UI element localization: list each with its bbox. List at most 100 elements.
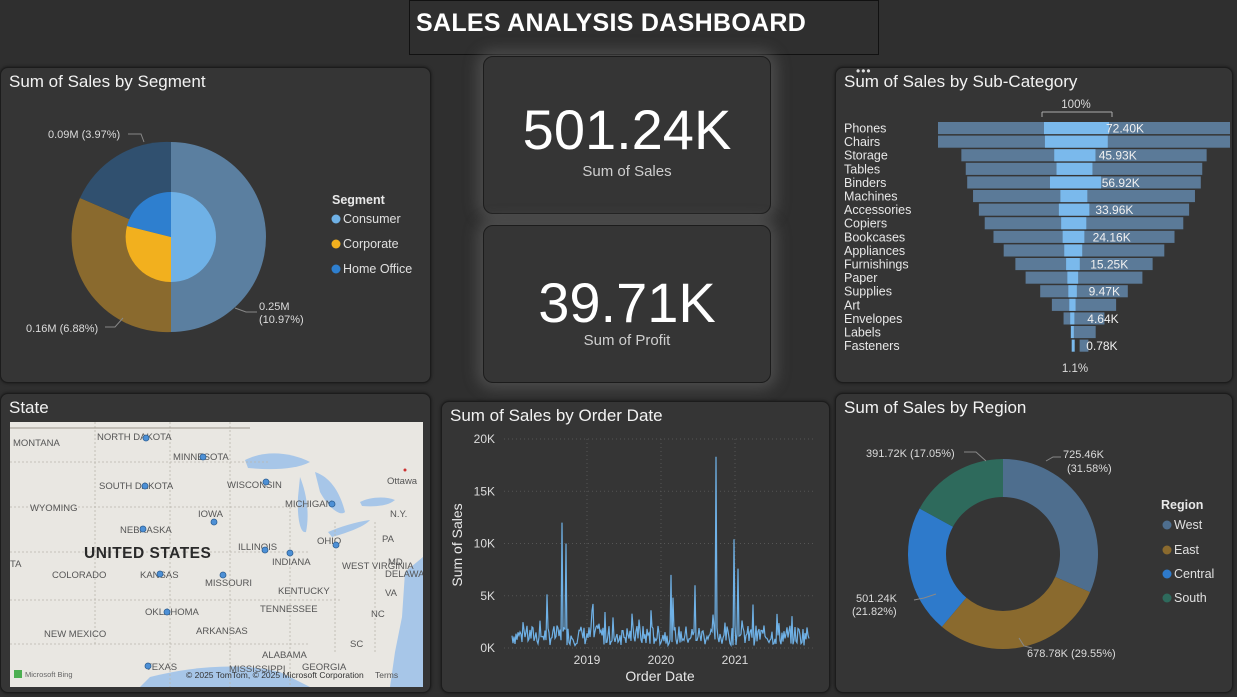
funnel-inner-bar[interactable] <box>1068 285 1077 298</box>
funnel-value-label: 0.78K <box>1086 339 1117 353</box>
funnel-inner-bar[interactable] <box>1064 244 1083 257</box>
kpi-sales-value: 501.24K <box>522 98 732 161</box>
funnel-inner-bar[interactable] <box>1070 312 1075 325</box>
funnel-inner-bar[interactable] <box>1070 326 1074 339</box>
x-tick-label: 2019 <box>574 653 601 667</box>
y-tick-label: 20K <box>474 432 495 446</box>
map-state-label: NEW MEXICO <box>44 629 106 640</box>
funnel-inner-bar[interactable] <box>1044 135 1108 148</box>
map-country-label: UNITED STATES <box>84 545 211 562</box>
region-legend-south-dot <box>1162 593 1172 603</box>
subcategory-panel[interactable]: Sum of Sales by Sub-Category 100% 1.1% P… <box>835 67 1233 383</box>
segment-legend-corporate[interactable]: Corporate <box>343 237 399 251</box>
funnel-inner-bar[interactable] <box>1066 258 1080 271</box>
map-state-label: WYOMING <box>30 503 78 514</box>
funnel-outer-bar[interactable] <box>1072 326 1096 339</box>
more-options-icon[interactable]: ••• <box>856 64 872 78</box>
region-slice-east[interactable] <box>941 576 1090 649</box>
funnel-outer-bar[interactable] <box>1051 298 1117 311</box>
map-state-label: Ottawa <box>387 476 418 487</box>
funnel-inner-bar[interactable] <box>1062 230 1085 243</box>
x-tick-label: 2021 <box>722 653 749 667</box>
map-state-label: VA <box>385 588 398 599</box>
segment-label-home-office: 0.09M (3.97%) <box>48 129 120 141</box>
funnel-outer-bar[interactable] <box>1003 244 1165 257</box>
funnel-value-label: 15.25K <box>1090 258 1128 272</box>
region-panel[interactable]: Sum of Sales by Region 725.46K (31.58%) … <box>835 393 1233 693</box>
funnel-value-label: 72.40K <box>1106 122 1144 136</box>
region-slice-west[interactable] <box>1003 459 1098 593</box>
funnel-inner-bar[interactable] <box>1061 217 1087 230</box>
segment-label-consumer-2: (10.97%) <box>259 314 304 326</box>
funnel-inner-bar[interactable] <box>1056 162 1093 175</box>
map-state-label: SC <box>350 639 363 650</box>
order-date-chart[interactable]: 0K 5K 10K 15K 20K 2019 2020 2021 Sum of Sales O… <box>442 402 831 694</box>
region-leader-west <box>1045 456 1061 462</box>
region-label-west-1: 725.46K <box>1063 449 1105 461</box>
map-state-label: MICHIGAN <box>285 499 333 510</box>
funnel-inner-bar[interactable] <box>1049 176 1102 189</box>
funnel-inner-bar[interactable] <box>1071 339 1075 352</box>
kpi-profit-value: 39.71K <box>538 271 716 334</box>
funnel-category-label: Labels <box>844 326 881 340</box>
map-state-label: NC <box>371 609 385 620</box>
region-legend-south[interactable]: South <box>1174 591 1207 605</box>
funnel-category-label: Tables <box>844 162 880 176</box>
funnel-outer-bar[interactable] <box>1025 271 1143 284</box>
order-date-panel[interactable]: Sum of Sales by Order Date 0K 5K 10K 15K 20K… <box>441 401 830 693</box>
segment-legend-consumer-dot <box>331 214 341 224</box>
y-tick-label: 5K <box>480 589 495 603</box>
funnel-category-label: Appliances <box>844 244 905 258</box>
funnel-category-label: Phones <box>844 122 886 136</box>
map-state-label: OKLAHOMA <box>145 607 200 618</box>
funnel-category-label: Binders <box>844 176 886 190</box>
region-label-south: 391.72K (17.05%) <box>866 448 955 460</box>
funnel-value-label: 9.47K <box>1089 285 1120 299</box>
region-legend-title: Region <box>1161 498 1203 512</box>
map-state-label: DELAWA <box>385 569 423 580</box>
segment-leader-consumer <box>234 307 257 313</box>
segment-legend-consumer[interactable]: Consumer <box>343 212 401 226</box>
kpi-sales-label: Sum of Sales <box>582 163 672 180</box>
map-state-label: COLORADO <box>52 570 106 581</box>
x-tick-label: 2020 <box>648 653 675 667</box>
state-map[interactable]: MONTANANORTH DAKOTAMINNESOTASOUTH DAKOTA… <box>10 422 423 687</box>
map-state-label: ILLINOIS <box>238 542 277 553</box>
funnel-category-label: Copiers <box>844 217 887 231</box>
funnel-category-label: Fasteners <box>844 339 900 353</box>
funnel-category-label: Chairs <box>844 135 880 149</box>
region-legend-central-dot <box>1162 569 1172 579</box>
region-leader-south <box>964 451 987 462</box>
funnel-inner-bar[interactable] <box>1060 190 1088 203</box>
kpi-profit-card[interactable]: 39.71K Sum of Profit <box>483 225 771 383</box>
funnel-inner-bar[interactable] <box>1058 203 1090 216</box>
kpi-sales-card[interactable]: 501.24K Sum of Sales <box>483 56 771 214</box>
subcategory-funnel[interactable]: 100% 1.1% Phones 72.40K ChairsStorage 45.93… <box>836 68 1234 384</box>
funnel-outer-bar[interactable] <box>1015 258 1153 271</box>
region-legend-east[interactable]: East <box>1174 543 1200 557</box>
segment-panel[interactable]: Sum of Sales by Segment 0.09M (3.97%) 0.… <box>0 67 431 383</box>
funnel-inner-bar[interactable] <box>1067 271 1079 284</box>
state-map-panel[interactable]: State MONTANANORTH DAKOTAMINNESOTASOUTH … <box>0 393 431 693</box>
map-state-label: INDIANA <box>272 557 311 568</box>
segment-legend-home-office-dot <box>331 264 341 274</box>
segment-chart[interactable]: 0.09M (3.97%) 0.16M (6.88%) 0.25M (10.97… <box>1 68 432 384</box>
region-legend-west[interactable]: West <box>1174 518 1203 532</box>
map-state-label: ARKANSAS <box>196 626 248 637</box>
funnel-inner-bar[interactable] <box>1044 122 1109 135</box>
segment-legend-home-office[interactable]: Home Office <box>343 262 412 276</box>
region-legend-west-dot <box>1162 520 1172 530</box>
region-legend-central[interactable]: Central <box>1174 567 1214 581</box>
funnel-inner-bar[interactable] <box>1054 149 1096 162</box>
funnel-category-label: Bookcases <box>844 230 905 244</box>
region-chart[interactable]: 725.46K (31.58%) 678.78K (29.55%) 501.24… <box>836 394 1234 694</box>
kpi-profit-label: Sum of Profit <box>583 332 671 349</box>
map-state-label: NORTH DAKOTA <box>97 432 172 443</box>
map-state-label: TA <box>10 559 22 570</box>
map-terms-link[interactable]: Terms <box>375 670 398 680</box>
funnel-inner-bar[interactable] <box>1069 298 1076 311</box>
order-date-xlabel: Order Date <box>625 668 694 684</box>
order-date-ylabel: Sum of Sales <box>449 503 465 586</box>
map-state-label: MONTANA <box>13 438 60 449</box>
segment-legend-title: Segment <box>332 193 386 207</box>
